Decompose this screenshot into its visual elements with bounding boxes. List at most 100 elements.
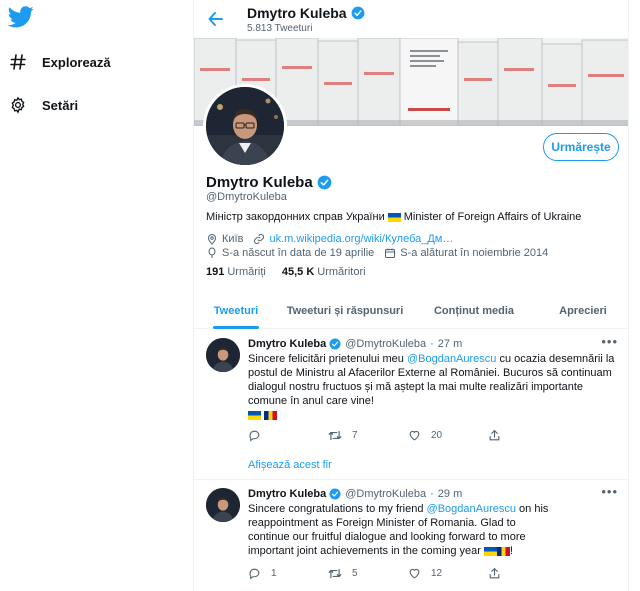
tab-tweets[interactable]: Tweeturi: [194, 292, 278, 329]
retweet-count: 5: [352, 568, 358, 579]
verified-badge-icon: [329, 488, 341, 500]
location-item: Київ: [206, 233, 243, 245]
gear-icon: [8, 95, 28, 115]
tab-tweets-and-replies[interactable]: Tweeturi și răspunsuri: [278, 292, 412, 329]
share-button[interactable]: [488, 567, 568, 580]
retweet-button[interactable]: 5: [328, 567, 408, 580]
tweet-header: Dmytro Kuleba @DmytroKuleba · 27 m: [248, 338, 462, 350]
birthday-item: S-a născut în data de 19 aprilie: [206, 247, 374, 259]
tweet-header: Dmytro Kuleba @DmytroKuleba · 29 m: [248, 488, 462, 500]
calendar-icon: [385, 248, 396, 258]
left-navigation: Explorează Setări: [0, 0, 190, 591]
nav-item-label: Explorează: [42, 54, 111, 70]
tweet-actions: 1 5 12: [248, 567, 568, 580]
show-thread-link[interactable]: Afișează acest fir: [248, 459, 332, 471]
tweet[interactable]: Dmytro Kuleba @DmytroKuleba · 29 m ••• S…: [194, 480, 628, 591]
birthday-text: S-a născut în data de 19 aprilie: [222, 247, 375, 259]
mention-link[interactable]: @BogdanAurescu: [407, 353, 496, 365]
verified-badge-icon: [351, 6, 365, 20]
nav-item-explore[interactable]: Explorează: [8, 48, 111, 76]
following-count: 191: [206, 266, 225, 278]
ukraine-flag-icon: [387, 212, 401, 222]
ukraine-flag-icon: [248, 410, 261, 420]
profile-avatar[interactable]: [203, 84, 287, 168]
romania-flag-icon: [264, 410, 277, 420]
like-count: 12: [431, 568, 443, 579]
tab-likes[interactable]: Aprecieri: [536, 292, 628, 329]
tweet-actions: 7 20: [248, 429, 568, 442]
profile-name-row: Dmytro Kuleba: [206, 174, 332, 191]
joined-text: S-a alăturat în noiembrie 2014: [400, 247, 549, 259]
location-text: Київ: [222, 233, 244, 245]
more-options-icon[interactable]: •••: [601, 484, 618, 499]
profile-name: Dmytro Kuleba: [206, 174, 313, 191]
reply-button[interactable]: [248, 429, 328, 442]
reply-count: 1: [271, 568, 277, 579]
reply-icon: [249, 430, 260, 442]
retweet-icon: [328, 568, 342, 579]
profile-tabs: Tweeturi Tweeturi și răspunsuri Conținut…: [194, 292, 628, 329]
reply-button[interactable]: 1: [248, 567, 328, 580]
verified-badge-icon: [329, 338, 341, 350]
heart-icon: [409, 430, 420, 441]
following-stat[interactable]: 191 Urmăriți: [206, 266, 266, 278]
tweet-author-handle[interactable]: @DmytroKuleba: [345, 488, 426, 500]
bio-text-ukrainian: Міністр закордонних справ України: [206, 211, 385, 223]
verified-badge-icon: [317, 175, 332, 190]
follow-stats: 191 Urmăriți 45,5 K Urmăritori: [206, 266, 382, 278]
share-icon: [489, 568, 500, 579]
tweet-text: Sincere congratulations to my friend @Bo…: [248, 503, 549, 557]
followers-label: Urmăritori: [317, 266, 366, 278]
profile-meta-row-1: Київ uk.m.wikipedia.org/wiki/Кулеба_Дм…: [206, 233, 463, 245]
tweet-text-start: Sincere felicitări prietenului meu: [248, 353, 407, 365]
balloon-icon: [208, 247, 216, 258]
tweet-author-handle[interactable]: @DmytroKuleba: [345, 338, 426, 350]
dot-separator: ·: [430, 338, 434, 350]
like-button[interactable]: 12: [408, 567, 488, 580]
tweet-author-name[interactable]: Dmytro Kuleba: [248, 338, 326, 350]
location-pin-icon: [207, 234, 217, 245]
like-button[interactable]: 20: [408, 429, 488, 442]
website-link[interactable]: uk.m.wikipedia.org/wiki/Кулеба_Дм…: [269, 233, 453, 245]
back-arrow-icon[interactable]: [206, 9, 226, 29]
bio-text-english: Minister of Foreign Affairs of Ukraine: [403, 211, 582, 223]
tweet-author-name[interactable]: Dmytro Kuleba: [248, 488, 326, 500]
tweet-text-start: Sincere congratulations to my friend: [248, 503, 427, 515]
tweet-count: 5.813 Tweeturi: [247, 23, 313, 34]
follow-button[interactable]: Urmărește: [543, 133, 619, 161]
like-count: 20: [431, 430, 443, 441]
nav-item-label: Setări: [42, 97, 79, 113]
retweet-count: 7: [352, 430, 358, 441]
share-button[interactable]: [488, 429, 568, 442]
tweet-text: Sincere felicitări prietenului meu @Bogd…: [248, 352, 616, 422]
link-icon: [254, 234, 265, 244]
retweet-icon: [328, 430, 342, 441]
tweet-avatar[interactable]: [206, 338, 240, 372]
share-icon: [489, 430, 500, 441]
tweet-time[interactable]: 29 m: [438, 488, 462, 500]
retweet-button[interactable]: 7: [328, 429, 408, 442]
header-name: Dmytro Kuleba: [247, 5, 347, 21]
profile-handle: @DmytroKuleba: [206, 191, 287, 203]
tweet[interactable]: Dmytro Kuleba @DmytroKuleba · 27 m ••• S…: [194, 330, 628, 480]
tweet-time[interactable]: 27 m: [438, 338, 462, 350]
profile-meta-row-2: S-a născut în data de 19 aprilie S-a ală…: [206, 247, 558, 259]
romania-flag-icon: [497, 546, 511, 556]
dot-separator: ·: [430, 488, 434, 500]
followers-stat[interactable]: 45,5 K Urmăritori: [282, 266, 366, 278]
ukraine-flag-icon: [484, 546, 498, 556]
twitter-bird-icon[interactable]: [7, 6, 34, 30]
website-item: uk.m.wikipedia.org/wiki/Кулеба_Дм…: [253, 233, 453, 245]
reply-icon: [249, 568, 260, 580]
tweet-avatar[interactable]: [206, 488, 240, 522]
following-label: Urmăriți: [227, 266, 266, 278]
joined-item: S-a alăturat în noiembrie 2014: [384, 247, 548, 259]
more-options-icon[interactable]: •••: [601, 334, 618, 349]
tab-media[interactable]: Conținut media: [412, 292, 536, 329]
header-title: Dmytro Kuleba: [247, 5, 365, 21]
mention-link[interactable]: @BogdanAurescu: [427, 503, 516, 515]
profile-column: Dmytro Kuleba 5.813 Tweeturi Urmărește D…: [193, 0, 629, 591]
followers-count: 45,5 K: [281, 266, 315, 278]
heart-icon: [409, 568, 420, 579]
nav-item-settings[interactable]: Setări: [8, 91, 78, 119]
